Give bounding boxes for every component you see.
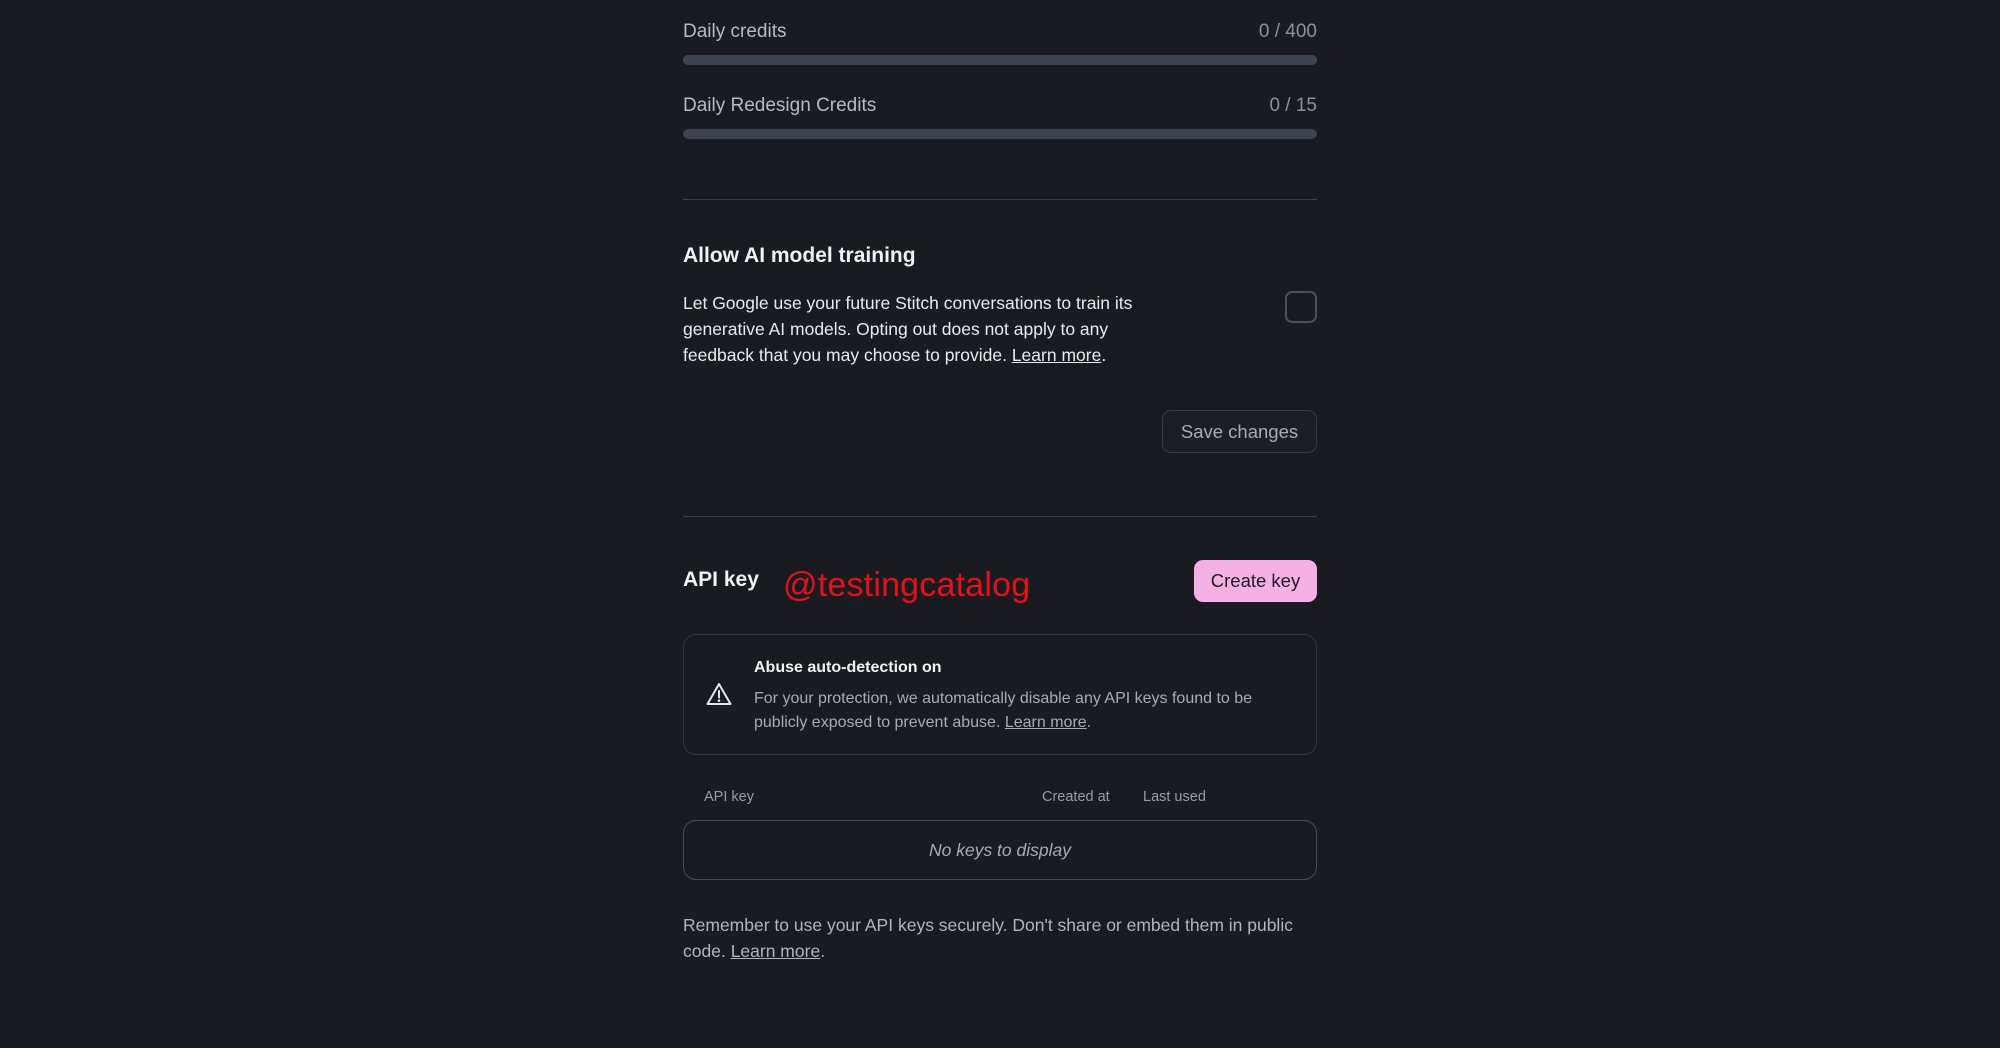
- ai-training-description-period: .: [1101, 345, 1107, 365]
- daily-redesign-credits-meter: Daily Redesign Credits 0 / 15: [683, 93, 1317, 139]
- empty-table-message: No keys to display: [928, 839, 1071, 860]
- security-note-period: .: [820, 941, 826, 961]
- api-keys-table: No keys to display: [683, 820, 1317, 880]
- ai-training-learn-more-link[interactable]: Learn more: [1012, 345, 1102, 365]
- daily-redesign-credits-progress-track: [683, 129, 1317, 139]
- ai-training-title: Allow AI model training: [683, 244, 916, 267]
- ai-training-checkbox[interactable]: [1285, 291, 1317, 323]
- settings-page: Daily credits 0 / 400 Daily Redesign Cre…: [0, 0, 2000, 1048]
- warning-triangle-icon: [706, 683, 732, 705]
- abuse-detection-notice: Abuse auto-detection on For your protect…: [683, 634, 1317, 755]
- abuse-learn-more-link[interactable]: Learn more: [1005, 714, 1087, 731]
- daily-credits-label: Daily credits: [683, 21, 787, 42]
- api-key-title: API key: [683, 568, 759, 591]
- daily-credits-value: 0 / 400: [1258, 21, 1317, 42]
- daily-credits-progress-track: [683, 55, 1317, 65]
- security-learn-more-link[interactable]: Learn more: [731, 941, 821, 961]
- save-changes-button[interactable]: Save changes: [1162, 410, 1317, 453]
- daily-credits-meter: Daily credits 0 / 400: [683, 19, 1317, 65]
- ai-training-description: Let Google use your future Stitch conver…: [683, 290, 1163, 368]
- daily-redesign-credits-label: Daily Redesign Credits: [683, 95, 877, 116]
- abuse-detection-text: For your protection, we automatically di…: [754, 690, 1253, 731]
- watermark-text: @testingcatalog: [783, 566, 1031, 604]
- abuse-detection-title: Abuse auto-detection on: [754, 659, 942, 676]
- abuse-detection-description: For your protection, we automatically di…: [754, 687, 1294, 735]
- column-header-api-key: API key: [704, 789, 754, 805]
- section-divider: [683, 516, 1317, 517]
- daily-redesign-credits-value: 0 / 15: [1269, 95, 1317, 116]
- api-key-security-note: Remember to use your API keys securely. …: [683, 912, 1317, 964]
- abuse-detection-period: .: [1086, 714, 1092, 731]
- section-divider: [683, 199, 1317, 200]
- column-header-last-used: Last used: [1143, 789, 1206, 805]
- column-header-created-at: Created at: [1042, 789, 1110, 805]
- create-key-button[interactable]: Create key: [1194, 560, 1317, 602]
